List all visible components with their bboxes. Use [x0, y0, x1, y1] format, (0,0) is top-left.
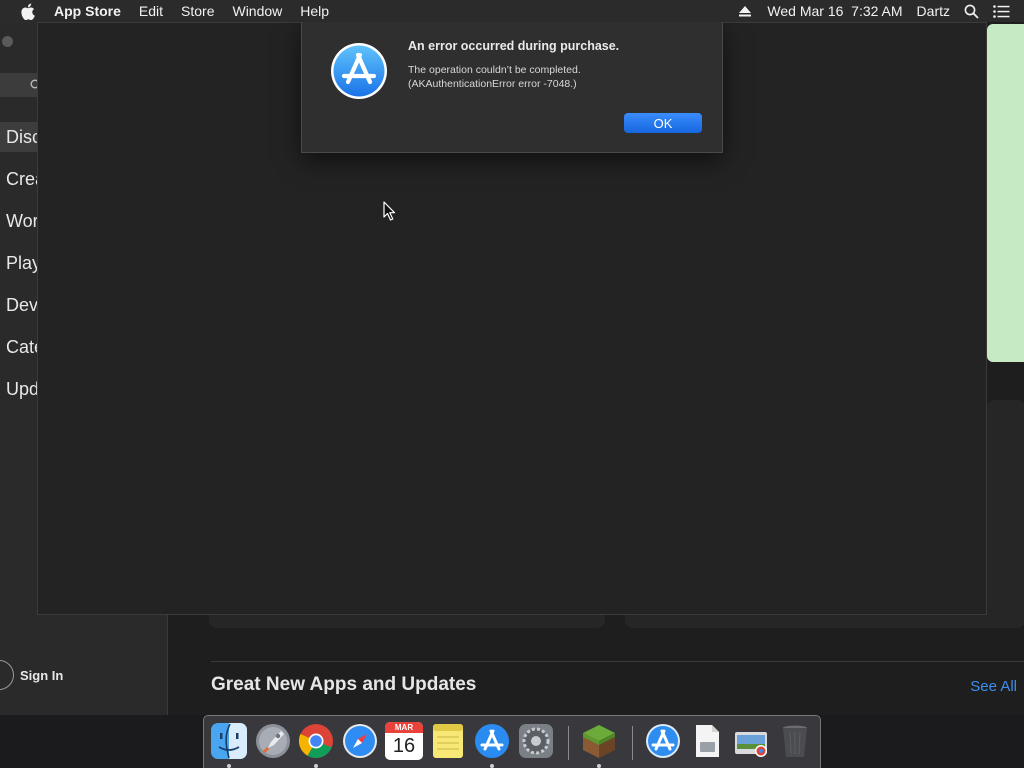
calendar-month: MAR	[385, 722, 423, 733]
alert-message: The operation couldn’t be completed. (AK…	[408, 63, 708, 91]
dock: MAR 16	[203, 715, 821, 768]
menu-bar: App Store Edit Store Window Help Wed Mar…	[0, 0, 1024, 22]
dock-separator	[632, 726, 633, 760]
menubar-clock[interactable]: Wed Mar 16 7:32 AM	[767, 3, 902, 19]
notification-center-icon[interactable]	[993, 4, 1010, 18]
menubar-user[interactable]: Dartz	[917, 3, 950, 19]
calendar-icon[interactable]: MAR 16	[385, 722, 423, 760]
trash-icon[interactable]	[776, 722, 814, 760]
avatar	[0, 660, 14, 690]
section-divider	[211, 661, 1024, 662]
menu-help[interactable]: Help	[300, 3, 329, 19]
document-icon[interactable]	[688, 722, 726, 760]
apple-menu-icon[interactable]	[20, 3, 40, 20]
notes-icon[interactable]	[429, 722, 467, 760]
launchpad-icon[interactable]	[254, 722, 292, 760]
minecraft-icon[interactable]	[580, 722, 618, 760]
alert-message-line: The operation couldn’t be completed.	[408, 64, 581, 76]
alert-message-line: (AKAuthenticationError error -7048.)	[408, 78, 577, 90]
spotlight-search-icon[interactable]	[964, 4, 979, 19]
menubar-status-area: Wed Mar 16 7:32 AM Dartz	[739, 0, 1024, 22]
running-indicator	[597, 764, 601, 768]
window-close-button[interactable]	[2, 36, 13, 47]
downloads-stack-icon[interactable]	[732, 722, 770, 760]
app-store-installer-icon[interactable]	[644, 722, 682, 760]
error-alert-dialog: An error occurred during purchase. The o…	[301, 22, 723, 153]
menu-store[interactable]: Store	[181, 3, 214, 19]
ok-button[interactable]: OK	[624, 113, 702, 133]
finder-icon[interactable]	[210, 722, 248, 760]
app-store-icon	[331, 43, 387, 99]
safari-icon[interactable]	[341, 722, 379, 760]
eject-icon[interactable]	[739, 5, 753, 17]
dock-separator	[568, 726, 569, 760]
see-all-link[interactable]: See All	[970, 678, 1017, 695]
running-indicator	[314, 764, 318, 768]
running-indicator	[227, 764, 231, 768]
mouse-cursor-icon	[383, 201, 396, 221]
menu-edit[interactable]: Edit	[139, 3, 163, 19]
sign-in-button[interactable]: Sign In	[0, 660, 63, 690]
alert-title: An error occurred during purchase.	[408, 39, 620, 53]
featured-banner[interactable]	[987, 24, 1024, 362]
running-indicator	[490, 764, 494, 768]
section-title: Great New Apps and Updates	[211, 674, 477, 695]
calendar-day: 16	[392, 735, 416, 757]
app-store-dock-icon[interactable]	[473, 722, 511, 760]
menu-app-name[interactable]: App Store	[54, 3, 121, 19]
menu-window[interactable]: Window	[232, 3, 282, 19]
sign-in-label: Sign In	[20, 667, 64, 683]
chrome-icon[interactable]	[297, 722, 335, 760]
system-preferences-icon[interactable]	[517, 722, 555, 760]
